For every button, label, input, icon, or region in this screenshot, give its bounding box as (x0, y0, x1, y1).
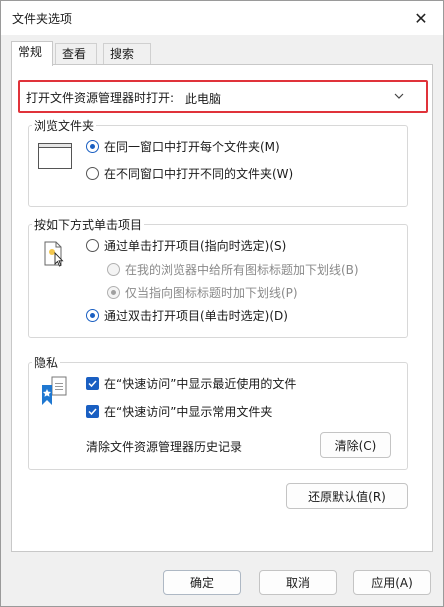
chevron-down-icon (394, 93, 404, 99)
restore-defaults-button-label: 还原默认值(R) (308, 489, 386, 504)
radio-indicator (86, 140, 99, 153)
ok-button-label: 确定 (189, 576, 214, 590)
click-items-title: 按如下方式单击项目 (32, 216, 145, 233)
tab-search[interactable]: 搜索 (103, 43, 151, 65)
window-icon (38, 143, 72, 169)
close-icon: ✕ (414, 8, 428, 28)
tab-general[interactable]: 常规 (11, 41, 53, 66)
apply-button-label: 应用(A) (371, 576, 413, 590)
radio-underline-all-label: 在我的浏览器中给所有图标标题加下划线(B) (125, 263, 359, 277)
tab-view[interactable]: 查看 (55, 43, 97, 65)
checkbox-show-frequent[interactable]: 在“快速访问”中显示常用文件夹 (86, 403, 272, 420)
cancel-button-label: 取消 (285, 576, 310, 590)
restore-defaults-button[interactable]: 还原默认值(R) (286, 483, 408, 509)
open-explorer-label: 打开文件资源管理器时打开: (26, 91, 175, 105)
radio-same-window[interactable]: 在同一窗口中打开每个文件夹(M) (86, 138, 280, 155)
folder-options-dialog: 文件夹选项 ✕ 常规 查看 搜索 打开文件资源管理器时打开: 此电脑 浏览文件夹 (0, 0, 444, 607)
radio-underline-all[interactable]: 在我的浏览器中给所有图标标题加下划线(B) (107, 261, 359, 278)
click-pointer-icon (44, 241, 64, 267)
radio-double-click[interactable]: 通过双击打开项目(单击时选定)(D) (86, 307, 288, 324)
radio-underline-point-label: 仅当指向图标标题时加下划线(P) (125, 286, 298, 300)
checkbox-show-frequent-label: 在“快速访问”中显示常用文件夹 (104, 405, 273, 419)
radio-indicator (86, 239, 99, 252)
title-bar: 文件夹选项 ✕ (1, 1, 443, 35)
clear-history-label: 清除文件资源管理器历史记录 (86, 440, 243, 454)
radio-underline-point[interactable]: 仅当指向图标标题时加下划线(P) (107, 284, 298, 301)
checkbox-checked-icon (86, 405, 99, 418)
browse-folders-title: 浏览文件夹 (32, 117, 97, 134)
checkbox-show-recent-label: 在“快速访问”中显示最近使用的文件 (104, 377, 297, 391)
quick-access-icon (42, 376, 67, 405)
apply-button[interactable]: 应用(A) (353, 570, 431, 595)
radio-indicator (107, 263, 120, 276)
cancel-button[interactable]: 取消 (259, 570, 337, 595)
checkbox-show-recent[interactable]: 在“快速访问”中显示最近使用的文件 (86, 375, 296, 392)
clear-history-button-label: 清除(C) (334, 438, 377, 453)
ok-button[interactable]: 确定 (163, 570, 241, 595)
radio-new-window[interactable]: 在不同窗口中打开不同的文件夹(W) (86, 165, 293, 182)
radio-indicator (86, 167, 99, 180)
radio-indicator (86, 309, 99, 322)
window-title: 文件夹选项 (12, 12, 73, 26)
close-button[interactable]: ✕ (399, 1, 443, 35)
privacy-title: 隐私 (32, 354, 61, 371)
radio-same-window-label: 在同一窗口中打开每个文件夹(M) (104, 140, 280, 154)
checkbox-checked-icon (86, 377, 99, 390)
clear-history-button[interactable]: 清除(C) (320, 432, 391, 458)
radio-single-click[interactable]: 通过单击打开项目(指向时选定)(S) (86, 237, 286, 254)
general-panel: 打开文件资源管理器时打开: 此电脑 浏览文件夹 在同一窗口中打开每个文件夹(M)… (11, 64, 433, 552)
open-explorer-value: 此电脑 (185, 92, 222, 106)
radio-double-click-label: 通过双击打开项目(单击时选定)(D) (104, 309, 288, 323)
tab-view-label: 查看 (62, 47, 87, 61)
radio-new-window-label: 在不同窗口中打开不同的文件夹(W) (104, 167, 294, 181)
radio-single-click-label: 通过单击打开项目(指向时选定)(S) (104, 239, 287, 253)
tab-search-label: 搜索 (110, 47, 135, 61)
tab-general-label: 常规 (18, 45, 43, 59)
open-explorer-select[interactable]: 此电脑 (182, 86, 410, 108)
radio-indicator (107, 286, 120, 299)
